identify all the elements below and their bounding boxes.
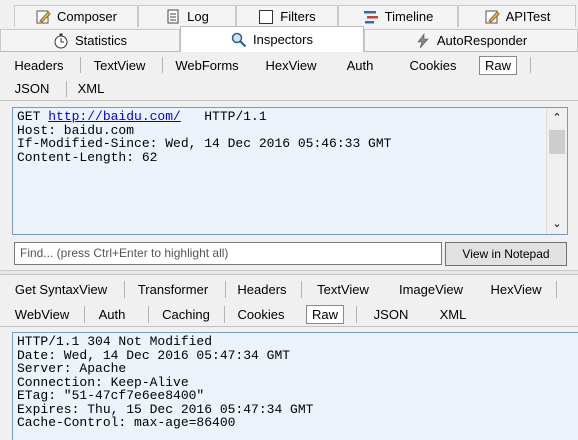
timeline-icon xyxy=(363,9,379,25)
response-tab-label: WebView xyxy=(14,306,70,322)
response-tab-label: XML xyxy=(439,306,467,322)
magnifier-icon xyxy=(231,32,247,48)
request-tab-label: JSON xyxy=(14,81,50,96)
request-tab-auth[interactable]: Auth xyxy=(332,53,388,77)
request-tab-textview[interactable]: TextView xyxy=(81,53,158,77)
scroll-thumb[interactable] xyxy=(549,130,565,154)
request-tab-raw[interactable]: Raw xyxy=(474,53,522,77)
response-tabs-row-1: Get SyntaxView Transformer Headers TextV… xyxy=(0,277,578,302)
request-tab-label: WebForms xyxy=(175,57,239,73)
response-tab-label: Caching xyxy=(162,306,210,322)
response-tab-hexview[interactable]: HexView xyxy=(478,277,554,302)
response-tab-label: Auth xyxy=(98,306,126,322)
response-tab-label: Raw xyxy=(305,304,344,324)
tab-timeline[interactable]: Timeline xyxy=(338,5,458,27)
request-tab-label: HexView xyxy=(265,57,317,73)
panel-splitter[interactable] xyxy=(0,270,578,275)
response-tab-xml[interactable]: XML xyxy=(426,302,480,326)
request-header-line: Content-Length: 62 xyxy=(17,149,158,165)
response-line: Cache-Control: max-age=86400 xyxy=(17,415,236,430)
request-tab-json[interactable]: JSON xyxy=(4,77,60,100)
request-tab-label: Auth xyxy=(346,57,374,73)
lightning-icon xyxy=(415,32,431,49)
request-tab-hexview[interactable]: HexView xyxy=(255,53,327,77)
tab-inspectors[interactable]: Inspectors xyxy=(180,26,364,52)
response-tab-transformer[interactable]: Transformer xyxy=(125,277,221,302)
scroll-up-arrow-icon[interactable]: ⌃ xyxy=(547,111,567,125)
request-raw-textbox[interactable]: GET http://baidu.com/ HTTP/1.1 Host: bai… xyxy=(12,107,568,235)
tab-inspectors-label: Inspectors xyxy=(253,32,313,47)
response-tab-raw[interactable]: Raw xyxy=(300,302,350,326)
response-tab-caching[interactable]: Caching xyxy=(149,302,223,326)
log-icon xyxy=(165,9,181,25)
response-tab-imageview[interactable]: ImageView xyxy=(388,277,474,302)
request-tab-label: XML xyxy=(77,81,105,96)
find-placeholder: Find... (press Ctrl+Enter to highlight a… xyxy=(20,246,229,260)
response-raw-textbox[interactable]: HTTP/1.1 304 Not Modified Date: Wed, 14 … xyxy=(12,332,578,440)
tab-autoresponder-label: AutoResponder xyxy=(436,33,528,48)
response-tab-textview[interactable]: TextView xyxy=(302,277,384,302)
response-tab-label: ImageView xyxy=(398,282,464,297)
response-tab-label: HexView xyxy=(490,282,542,297)
tab-statistics[interactable]: Statistics xyxy=(0,29,180,51)
response-tab-label: Headers xyxy=(237,282,287,297)
tab-log[interactable]: Log xyxy=(138,5,236,27)
request-tabs-row-2: JSON XML xyxy=(0,77,578,101)
tab-timeline-label: Timeline xyxy=(384,9,434,24)
request-tab-label: TextView xyxy=(93,57,146,73)
tab-log-label: Log xyxy=(187,9,209,24)
response-tab-cookies[interactable]: Cookies xyxy=(225,302,297,326)
request-tab-xml[interactable]: XML xyxy=(67,77,115,100)
request-tab-headers[interactable]: Headers xyxy=(4,53,74,77)
tab-divider xyxy=(356,306,357,323)
tab-divider xyxy=(556,281,557,298)
tab-composer[interactable]: Composer xyxy=(14,5,138,27)
main-tabs-row-2: Statistics Inspectors AutoResponder xyxy=(0,26,578,52)
response-tab-auth[interactable]: Auth xyxy=(85,302,139,326)
tab-filters-label: Filters xyxy=(280,9,316,24)
tab-apitest[interactable]: APITest xyxy=(458,5,576,27)
response-tab-json[interactable]: JSON xyxy=(358,302,424,326)
response-tab-label: Get SyntaxView xyxy=(14,282,108,297)
tab-filters[interactable]: Filters xyxy=(236,5,338,27)
tab-apitest-label: APITest xyxy=(505,9,551,24)
checkbox-icon xyxy=(258,9,274,25)
tab-composer-label: Composer xyxy=(57,9,117,24)
tab-statistics-label: Statistics xyxy=(74,33,127,48)
tab-autoresponder[interactable]: AutoResponder xyxy=(364,29,578,51)
view-in-notepad-label: View in Notepad xyxy=(462,247,550,261)
response-tab-headers[interactable]: Headers xyxy=(226,277,298,302)
response-tab-label: JSON xyxy=(373,306,409,322)
stopwatch-icon xyxy=(53,33,69,49)
response-tab-get-syntaxview[interactable]: Get SyntaxView xyxy=(4,277,118,302)
response-tab-label: Transformer xyxy=(137,282,209,297)
request-protocol: HTTP/1.1 xyxy=(204,109,267,124)
request-tabs-row-1: Headers TextView WebForms HexView Auth C… xyxy=(0,53,578,77)
response-tabs-row-2: WebView Auth Caching Cookies Raw JSON XM… xyxy=(0,302,578,327)
pencil-doc-icon xyxy=(35,9,51,25)
scroll-down-arrow-icon[interactable]: ⌄ xyxy=(547,217,567,231)
tab-divider xyxy=(530,57,531,73)
view-in-notepad-button[interactable]: View in Notepad xyxy=(445,242,567,266)
response-tab-label: TextView xyxy=(317,282,369,297)
request-tab-webforms[interactable]: WebForms xyxy=(163,53,251,77)
request-tab-label: Headers xyxy=(14,57,64,73)
main-tabs-row-1: Composer Log Filters Timeline APITest xyxy=(0,0,578,28)
request-tab-label: Cookies xyxy=(409,57,457,73)
request-tab-cookies[interactable]: Cookies xyxy=(398,53,468,77)
pencil-doc-icon xyxy=(484,9,500,25)
response-tab-webview[interactable]: WebView xyxy=(4,302,80,326)
response-tab-label: Cookies xyxy=(237,306,285,322)
request-scrollbar[interactable]: ⌃ ⌄ xyxy=(546,108,567,234)
request-tab-label: Raw xyxy=(478,55,517,75)
find-input[interactable]: Find... (press Ctrl+Enter to highlight a… xyxy=(14,242,442,265)
